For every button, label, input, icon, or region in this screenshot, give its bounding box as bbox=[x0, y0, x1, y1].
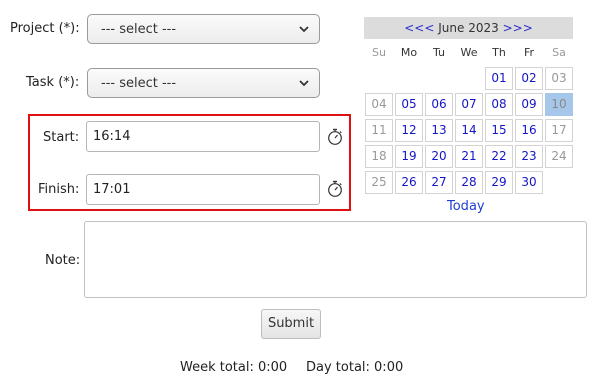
chevron-down-icon bbox=[299, 80, 309, 87]
start-label: Start: bbox=[43, 130, 80, 145]
weekday-header: Su bbox=[372, 46, 386, 59]
calendar-month-label: June 2023 bbox=[438, 21, 499, 35]
chevron-down-icon bbox=[299, 26, 309, 33]
calendar-day[interactable]: 15 bbox=[485, 119, 513, 142]
calendar-day[interactable]: 13 bbox=[425, 119, 453, 142]
calendar-day[interactable]: 29 bbox=[485, 171, 513, 194]
project-label: Project (*): bbox=[10, 21, 80, 36]
calendar-day[interactable]: 10 bbox=[545, 93, 573, 116]
calendar-header: <<< June 2023 >>> bbox=[364, 17, 573, 39]
project-select[interactable]: --- select --- bbox=[87, 14, 320, 44]
calendar-today-link[interactable]: Today bbox=[447, 199, 485, 214]
calendar-day[interactable]: 11 bbox=[365, 119, 393, 142]
finish-label: Finish: bbox=[38, 182, 80, 197]
note-textarea[interactable] bbox=[84, 221, 587, 298]
stopwatch-icon[interactable] bbox=[327, 128, 343, 146]
calendar-day[interactable]: 30 bbox=[515, 171, 543, 194]
calendar-prev-link[interactable]: <<< bbox=[404, 21, 434, 35]
calendar-day[interactable]: 27 bbox=[425, 171, 453, 194]
calendar-day[interactable]: 08 bbox=[485, 93, 513, 116]
calendar-day[interactable]: 22 bbox=[485, 145, 513, 168]
calendar-day[interactable]: 09 bbox=[515, 93, 543, 116]
calendar-day[interactable]: 02 bbox=[515, 67, 543, 90]
task-label: Task (*): bbox=[26, 75, 80, 90]
calendar-day[interactable]: 20 bbox=[425, 145, 453, 168]
calendar-day[interactable]: 17 bbox=[545, 119, 573, 142]
weekday-header: Tu bbox=[432, 46, 446, 59]
project-select-value: --- select --- bbox=[101, 22, 177, 37]
calendar-day[interactable]: 03 bbox=[545, 67, 573, 90]
calendar-day[interactable]: 25 bbox=[365, 171, 393, 194]
day-total: Day total: 0:00 bbox=[306, 360, 404, 375]
calendar-day[interactable]: 06 bbox=[425, 93, 453, 116]
weekday-header: Sa bbox=[552, 46, 566, 59]
calendar-day[interactable]: 05 bbox=[395, 93, 423, 116]
calendar-day[interactable]: 26 bbox=[395, 171, 423, 194]
weekday-header: We bbox=[460, 46, 478, 59]
calendar-day[interactable]: 18 bbox=[365, 145, 393, 168]
calendar-day[interactable]: 16 bbox=[515, 119, 543, 142]
calendar-day[interactable]: 21 bbox=[455, 145, 483, 168]
weekday-header: Th bbox=[492, 46, 506, 59]
calendar-next-link[interactable]: >>> bbox=[503, 21, 533, 35]
submit-button[interactable]: Submit bbox=[261, 309, 321, 339]
finish-time-input[interactable]: 17:01 bbox=[86, 174, 320, 205]
weekday-header: Fr bbox=[523, 46, 535, 59]
stopwatch-icon[interactable] bbox=[327, 180, 343, 198]
calendar-day[interactable]: 28 bbox=[455, 171, 483, 194]
task-select-value: --- select --- bbox=[101, 76, 177, 91]
calendar-day[interactable]: 24 bbox=[545, 145, 573, 168]
weekday-header: Mo bbox=[400, 46, 418, 59]
calendar-day[interactable]: 07 bbox=[455, 93, 483, 116]
task-select[interactable]: --- select --- bbox=[87, 68, 320, 98]
calendar-day[interactable]: 12 bbox=[395, 119, 423, 142]
calendar-day[interactable]: 01 bbox=[485, 67, 513, 90]
calendar-day[interactable]: 19 bbox=[395, 145, 423, 168]
week-total: Week total: 0:00 bbox=[180, 360, 288, 375]
calendar-day[interactable]: 23 bbox=[515, 145, 543, 168]
start-time-input[interactable]: 16:14 bbox=[86, 121, 320, 152]
calendar-day[interactable]: 04 bbox=[365, 93, 393, 116]
note-label: Note: bbox=[45, 253, 81, 268]
calendar-day[interactable]: 14 bbox=[455, 119, 483, 142]
